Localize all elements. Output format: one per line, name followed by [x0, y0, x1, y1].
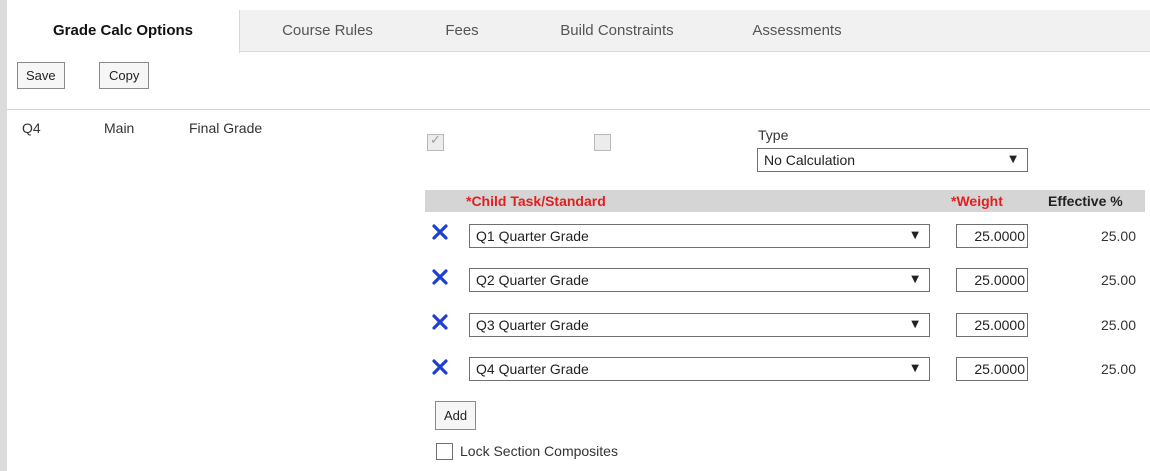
lock-section-composites-label: Lock Section Composites — [460, 443, 618, 459]
child-task-select-value: Q1 Quarter Grade — [476, 228, 589, 244]
weight-input[interactable]: 25.0000 — [956, 268, 1028, 292]
tab-course-rules[interactable]: Course Rules — [255, 10, 400, 52]
child-task-select[interactable]: Q3 Quarter Grade ▼ — [469, 313, 930, 337]
weight-input[interactable]: 25.0000 — [956, 357, 1028, 381]
term-label: Q4 — [22, 120, 41, 136]
child-task-select[interactable]: Q2 Quarter Grade ▼ — [469, 268, 930, 292]
close-icon[interactable] — [431, 223, 449, 241]
effective-percent-value: 25.00 — [1100, 317, 1136, 333]
child-task-select-value: Q2 Quarter Grade — [476, 272, 589, 288]
chevron-down-icon: ▼ — [911, 230, 919, 241]
chevron-down-icon: ▼ — [1009, 154, 1017, 165]
save-button[interactable]: Save — [17, 62, 65, 89]
tab-grade-calc-options[interactable]: Grade Calc Options — [7, 10, 240, 53]
tab-build-constraints[interactable]: Build Constraints — [537, 10, 697, 52]
chevron-down-icon: ▼ — [911, 274, 919, 285]
child-task-select[interactable]: Q4 Quarter Grade ▼ — [469, 357, 930, 381]
type-select-value: No Calculation — [764, 152, 856, 168]
child-task-select-value: Q3 Quarter Grade — [476, 317, 589, 333]
type-label: Type — [758, 127, 789, 143]
lock-section-composites-checkbox[interactable] — [436, 443, 453, 460]
close-icon[interactable] — [431, 268, 449, 286]
child-task-select-value: Q4 Quarter Grade — [476, 361, 589, 377]
task-name-label: Final Grade — [189, 120, 263, 136]
tab-bar: Grade Calc Options Course Rules Fees Bui… — [7, 10, 1150, 53]
tab-assessments[interactable]: Assessments — [737, 10, 857, 52]
close-icon[interactable] — [431, 358, 449, 376]
type-select[interactable]: No Calculation ▼ — [757, 148, 1028, 172]
child-task-grid-header: *Child Task/Standard *Weight Effective % — [425, 190, 1145, 212]
child-task-header: *Child Task/Standard — [466, 193, 606, 209]
effective-percent-value: 25.00 — [1100, 361, 1136, 377]
copy-button[interactable]: Copy — [99, 62, 150, 89]
task-option-checkbox[interactable] — [594, 134, 611, 151]
add-child-task-button[interactable]: Add — [435, 401, 477, 430]
weight-header: *Weight — [951, 193, 1003, 209]
chevron-down-icon: ▼ — [911, 363, 919, 374]
divider — [7, 109, 1150, 110]
effective-percent-value: 25.00 — [1100, 272, 1136, 288]
weight-input[interactable]: 25.0000 — [956, 224, 1028, 248]
group-label: Main — [104, 120, 135, 136]
tab-fees[interactable]: Fees — [432, 10, 492, 52]
effective-percent-value: 25.00 — [1100, 228, 1136, 244]
child-task-select[interactable]: Q1 Quarter Grade ▼ — [469, 224, 930, 248]
effective-percent-header: Effective % — [1048, 193, 1123, 209]
weight-input[interactable]: 25.0000 — [956, 313, 1028, 337]
close-icon[interactable] — [431, 313, 449, 331]
task-enabled-checkbox[interactable] — [427, 133, 444, 151]
chevron-down-icon: ▼ — [911, 319, 919, 330]
